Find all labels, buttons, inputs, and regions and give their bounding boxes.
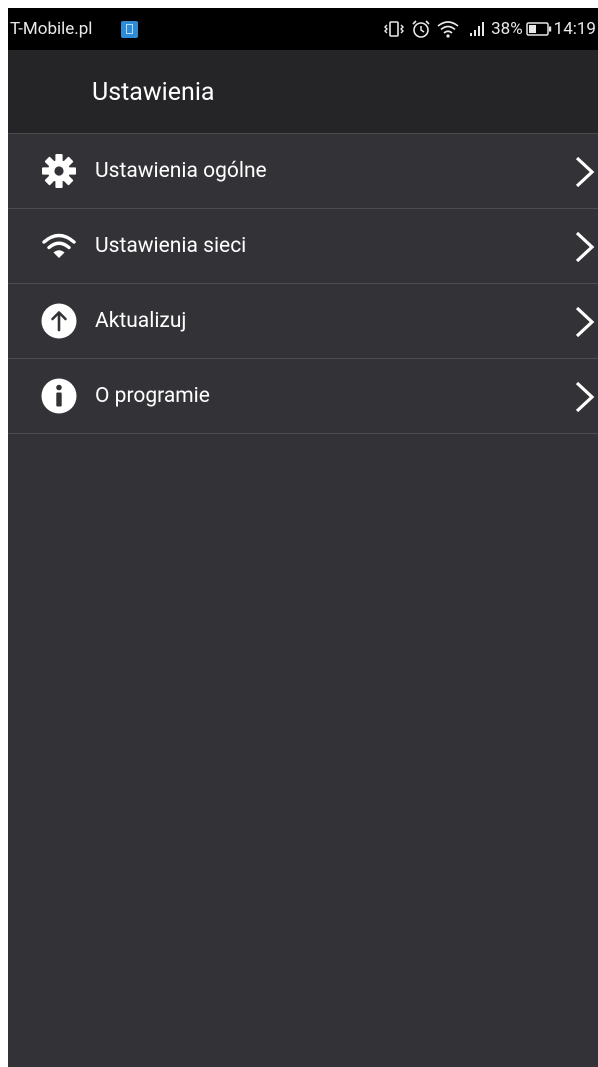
upload-arrow-icon <box>40 302 78 340</box>
setting-update[interactable]: Aktualizuj <box>8 284 598 359</box>
wifi-icon <box>40 227 78 265</box>
app-bar: Ustawienia <box>8 50 598 134</box>
status-bar: T-Mobile.pl 38% 14:19 <box>8 8 598 50</box>
settings-list: Ustawienia ogólne Ustawienia sieci Aktua… <box>8 134 598 434</box>
carrier-name: T-Mobile.pl <box>10 19 93 39</box>
wifi-status-icon <box>437 20 459 38</box>
setting-network[interactable]: Ustawienia sieci <box>8 209 598 284</box>
chevron-right-icon <box>574 156 596 188</box>
setting-general-label: Ustawienia ogólne <box>95 159 267 183</box>
gear-icon <box>40 152 78 190</box>
chevron-right-icon <box>574 306 596 338</box>
chevron-right-icon <box>574 381 596 413</box>
app-screen: T-Mobile.pl 38% 14:19 Ustawienia Ustawie… <box>8 8 598 1067</box>
status-icons: 38% 14:19 <box>383 8 596 50</box>
setting-general[interactable]: Ustawienia ogólne <box>8 134 598 209</box>
vibrate-icon <box>383 20 405 38</box>
status-time: 14:19 <box>553 19 596 39</box>
setting-about[interactable]: O programie <box>8 359 598 434</box>
alarm-icon <box>411 19 431 39</box>
setting-update-label: Aktualizuj <box>95 309 187 333</box>
battery-icon <box>525 22 552 36</box>
notification-icon <box>121 21 138 38</box>
setting-network-label: Ustawienia sieci <box>95 234 247 258</box>
signal-icon <box>469 21 487 37</box>
setting-about-label: O programie <box>95 384 210 408</box>
chevron-right-icon <box>574 231 596 263</box>
page-title: Ustawienia <box>92 78 215 107</box>
info-icon <box>40 377 78 415</box>
battery-percent: 38% <box>491 19 523 39</box>
